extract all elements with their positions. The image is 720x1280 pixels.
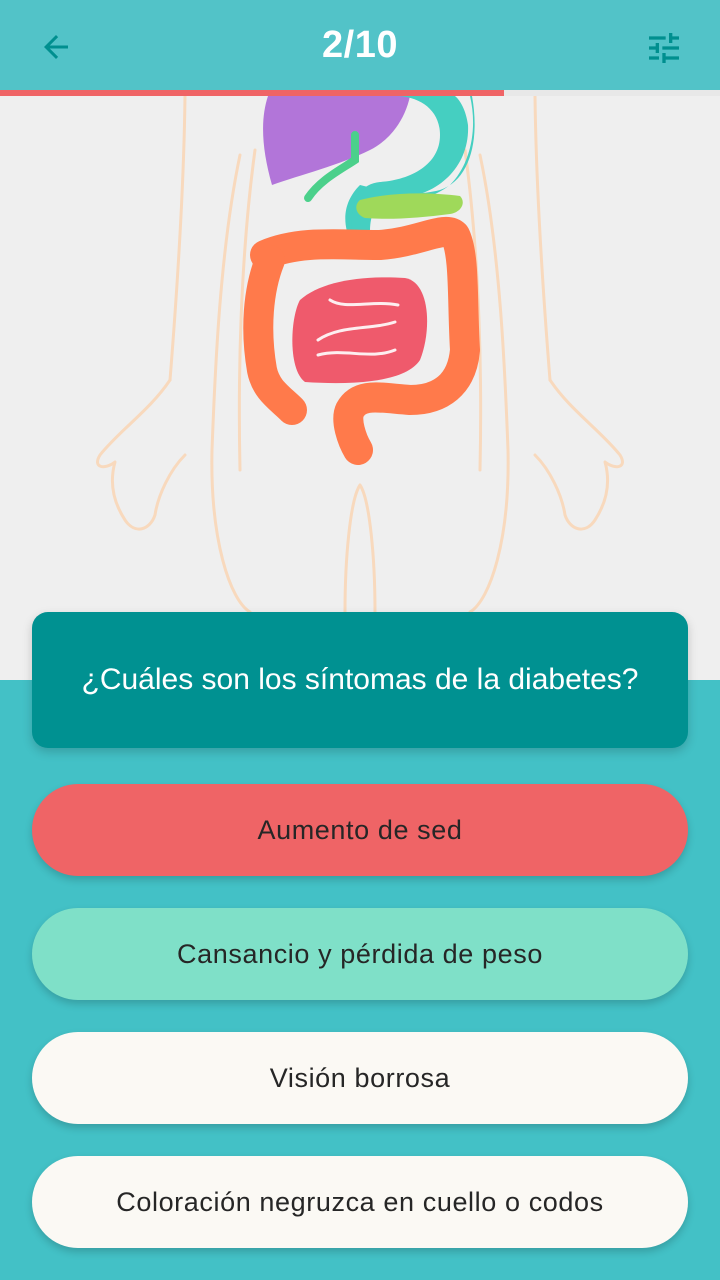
filter-settings-button[interactable]	[644, 28, 684, 68]
digestive-system-illustration	[0, 96, 720, 680]
answer-option-4[interactable]: Coloración negruzca en cuello o codos	[32, 1156, 688, 1248]
tune-sliders-icon	[649, 33, 679, 63]
question-counter: 2/10	[322, 23, 398, 66]
arrow-back-icon	[44, 35, 68, 59]
body-outline-image	[96, 96, 624, 614]
answer-option-2[interactable]: Cansancio y pérdida de peso	[32, 908, 688, 1000]
back-button[interactable]	[36, 27, 76, 67]
quiz-progress-bar	[0, 90, 720, 96]
app-bar: 2/10	[0, 0, 720, 90]
question-card: ¿Cuáles son los síntomas de la diabetes?	[32, 612, 688, 748]
answer-option-3[interactable]: Visión borrosa	[32, 1032, 688, 1124]
progress-fill	[0, 90, 504, 96]
answer-option-1[interactable]: Aumento de sed	[32, 784, 688, 876]
